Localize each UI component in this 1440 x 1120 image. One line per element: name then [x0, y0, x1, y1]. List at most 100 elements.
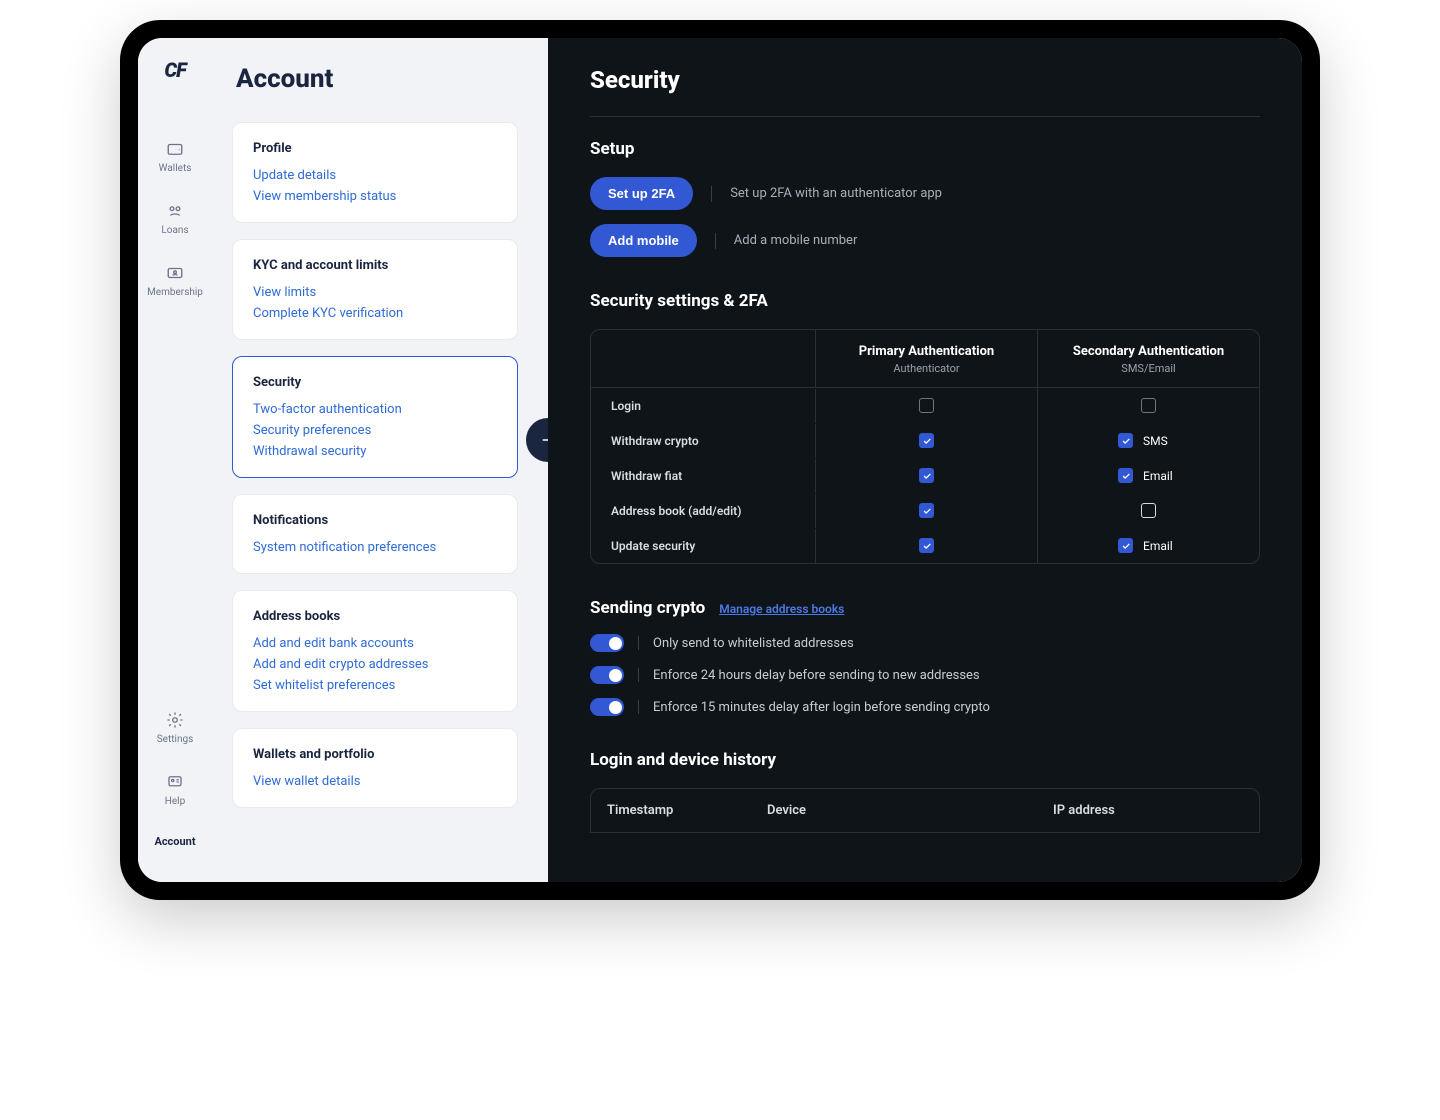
header-secondary-sub: SMS/Email: [1038, 362, 1259, 375]
nav-label: Wallets: [159, 163, 192, 174]
row-label: Address book (add/edit): [591, 494, 816, 528]
card-kyc[interactable]: KYC and account limits View limits Compl…: [232, 239, 518, 340]
history-col-timestamp: Timestamp: [607, 803, 767, 818]
toggle-row: Enforce 15 minutes delay after login bef…: [590, 698, 1260, 716]
card-title: Profile: [253, 141, 497, 156]
checkbox-checked[interactable]: [1118, 433, 1133, 448]
table-row: Update security Email: [591, 528, 1259, 563]
table-row: Withdraw fiat Email: [591, 458, 1259, 493]
card-link[interactable]: Complete KYC verification: [253, 306, 497, 321]
row-label: Login: [591, 389, 816, 423]
card-profile[interactable]: Profile Update details View membership s…: [232, 122, 518, 223]
nav-label: Membership: [147, 287, 203, 298]
toggle-thumb: [609, 669, 622, 682]
card-link[interactable]: Withdrawal security: [253, 444, 497, 459]
setup-row-mobile: Add mobile Add a mobile number: [590, 224, 1260, 257]
checkbox-checked[interactable]: [1118, 538, 1133, 553]
checkbox-checked[interactable]: [919, 503, 934, 518]
security-panel: Security Setup Set up 2FA Set up 2FA wit…: [548, 38, 1302, 882]
sidebar-top: CF Wallets Loans Membership: [138, 58, 212, 312]
card-notifications[interactable]: Notifications System notification prefer…: [232, 494, 518, 574]
checkbox-label: SMS: [1143, 434, 1179, 448]
card-wallets-portfolio[interactable]: Wallets and portfolio View wallet detail…: [232, 728, 518, 808]
checkbox-unchecked[interactable]: [1141, 398, 1156, 413]
toggle-label: Enforce 24 hours delay before sending to…: [653, 668, 980, 683]
nav-label: Help: [165, 796, 185, 807]
table-row: Withdraw crypto SMS: [591, 423, 1259, 458]
checkbox-checked[interactable]: [1118, 468, 1133, 483]
card-title: KYC and account limits: [253, 258, 497, 273]
card-link[interactable]: Two-factor authentication: [253, 402, 497, 417]
secondary-cell: [1038, 388, 1259, 423]
membership-icon: [165, 264, 185, 282]
setup-row-2fa: Set up 2FA Set up 2FA with an authentica…: [590, 177, 1260, 210]
history-heading: Login and device history: [590, 750, 1260, 770]
checkbox-unchecked[interactable]: [1141, 503, 1156, 518]
collapse-panel-button[interactable]: [526, 418, 548, 462]
secondary-cell: [1038, 493, 1259, 528]
divider: [711, 186, 712, 202]
secondary-cell: Email: [1038, 458, 1259, 493]
nav-item-wallets[interactable]: Wallets: [138, 126, 212, 188]
row-label: Withdraw crypto: [591, 424, 816, 458]
secondary-cell: Email: [1038, 528, 1259, 563]
account-title: Account: [232, 64, 518, 94]
add-mobile-button[interactable]: Add mobile: [590, 224, 697, 257]
toggle-row: Only send to whitelisted addresses: [590, 634, 1260, 652]
wallet-icon: [165, 140, 185, 158]
checkbox-label: Email: [1143, 469, 1179, 483]
security-title: Security: [590, 66, 1260, 117]
nav-item-loans[interactable]: Loans: [138, 188, 212, 250]
security-settings-table: Primary Authentication Authenticator Sec…: [590, 329, 1260, 564]
card-link[interactable]: View wallet details: [253, 774, 497, 789]
divider: [715, 233, 716, 249]
nav-item-help[interactable]: Help: [138, 759, 212, 821]
setup-2fa-button[interactable]: Set up 2FA: [590, 177, 693, 210]
header-primary: Primary Authentication Authenticator: [816, 330, 1038, 387]
card-title: Address books: [253, 609, 497, 624]
card-title: Wallets and portfolio: [253, 747, 497, 762]
card-link[interactable]: View limits: [253, 285, 497, 300]
arrow-right-icon: [539, 431, 548, 449]
toggle-24h-delay[interactable]: [590, 666, 624, 684]
header-secondary: Secondary Authentication SMS/Email: [1038, 330, 1259, 387]
row-label: Update security: [591, 529, 816, 563]
toggle-label: Only send to whitelisted addresses: [653, 636, 854, 651]
card-link[interactable]: Set whitelist preferences: [253, 678, 497, 693]
loans-icon: [165, 202, 185, 220]
divider: [638, 700, 639, 714]
card-link[interactable]: Add and edit bank accounts: [253, 636, 497, 651]
add-mobile-desc: Add a mobile number: [734, 233, 858, 248]
card-link[interactable]: Security preferences: [253, 423, 497, 438]
sending-heading: Sending crypto: [590, 598, 705, 618]
toggle-whitelist[interactable]: [590, 634, 624, 652]
table-row: Address book (add/edit): [591, 493, 1259, 528]
nav-item-settings[interactable]: Settings: [138, 697, 212, 759]
header-empty: [591, 330, 816, 387]
history-col-ip: IP address: [1053, 803, 1243, 818]
card-link[interactable]: Add and edit crypto addresses: [253, 657, 497, 672]
card-link[interactable]: View membership status: [253, 189, 497, 204]
checkbox-checked[interactable]: [919, 468, 934, 483]
checkbox-checked[interactable]: [919, 433, 934, 448]
settings-heading: Security settings & 2FA: [590, 291, 1260, 311]
nav-item-membership[interactable]: Membership: [138, 250, 212, 312]
card-link[interactable]: Update details: [253, 168, 497, 183]
tablet-frame: CF Wallets Loans Membership Settings: [120, 20, 1320, 900]
card-security[interactable]: Security Two-factor authentication Secur…: [232, 356, 518, 478]
row-label: Withdraw fiat: [591, 459, 816, 493]
checkbox-checked[interactable]: [919, 538, 934, 553]
manage-address-books-link[interactable]: Manage address books: [719, 602, 844, 616]
divider: [638, 668, 639, 682]
card-title: Notifications: [253, 513, 497, 528]
nav-item-account[interactable]: Account: [138, 821, 212, 862]
toggle-15m-delay[interactable]: [590, 698, 624, 716]
sidebar-bottom: Settings Help Account: [138, 697, 212, 862]
card-link[interactable]: System notification preferences: [253, 540, 497, 555]
sidebar: CF Wallets Loans Membership Settings: [138, 38, 212, 882]
tablet-screen: CF Wallets Loans Membership Settings: [138, 38, 1302, 882]
sending-heading-row: Sending crypto Manage address books: [590, 598, 1260, 618]
card-address-books[interactable]: Address books Add and edit bank accounts…: [232, 590, 518, 712]
checkbox-unchecked[interactable]: [919, 398, 934, 413]
toggle-thumb: [609, 637, 622, 650]
